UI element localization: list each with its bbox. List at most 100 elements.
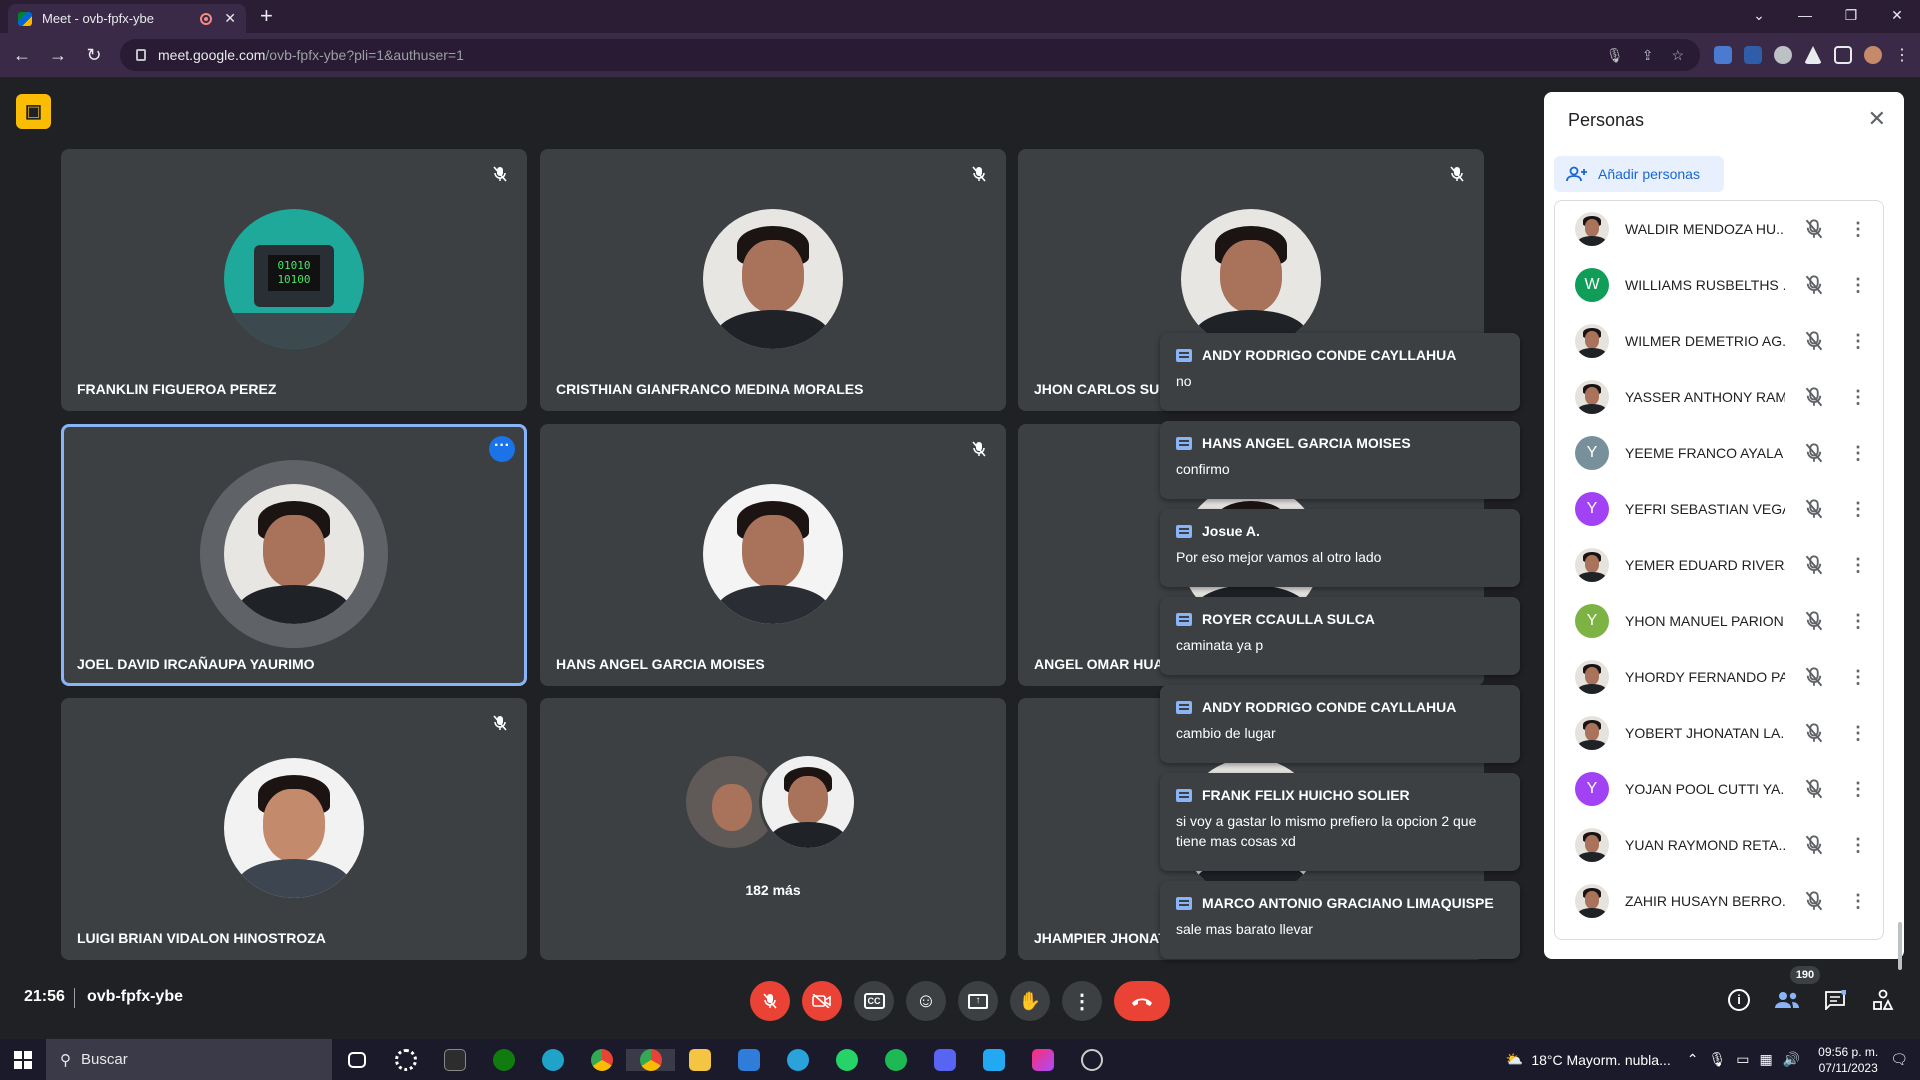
person-options-icon[interactable]: ⋮ <box>1849 219 1867 240</box>
presentation-off-icon[interactable]: ▣ <box>16 94 51 129</box>
captions-button[interactable]: CC <box>854 981 894 1021</box>
weather-icon[interactable]: ⛅ <box>1506 1051 1523 1068</box>
tray-mic-icon[interactable]: 🎙 <box>1708 1051 1726 1068</box>
minimize-icon[interactable]: — <box>1782 7 1828 23</box>
tab-search-icon[interactable]: ⌄ <box>1736 7 1782 24</box>
activities-button[interactable] <box>1868 985 1898 1015</box>
address-bar[interactable]: meet.google.com /ovb-fpfx-ybe?pli=1&auth… <box>120 39 1700 71</box>
task-view-icon[interactable] <box>332 1051 381 1068</box>
chat-notification[interactable]: ROYER CCAULLA SULCA caminata ya p <box>1160 597 1520 675</box>
mic-off-button[interactable] <box>750 981 790 1021</box>
person-row[interactable]: Y YEEME FRANCO AYALA ... ⋮ <box>1555 425 1883 481</box>
person-row[interactable]: Y YEFRI SEBASTIAN VEGA ... ⋮ <box>1555 481 1883 537</box>
participant-tile[interactable]: LUIGI BRIAN VIDALON HINOSTROZA <box>61 698 527 960</box>
xbox-icon[interactable] <box>479 1048 528 1071</box>
taskbar-search[interactable]: ⚲ Buscar <box>46 1039 332 1080</box>
person-options-icon[interactable]: ⋮ <box>1849 835 1867 856</box>
person-options-icon[interactable]: ⋮ <box>1849 275 1867 296</box>
browser-menu-icon[interactable]: ⋮ <box>1894 45 1910 65</box>
person-row[interactable]: YEMER EDUARD RIVERA... ⋮ <box>1555 537 1883 593</box>
more-participants-tile[interactable]: 182 más <box>540 698 1006 960</box>
puzzle-extensions-icon[interactable] <box>1774 46 1792 64</box>
person-row[interactable]: YHORDY FERNANDO PA... ⋮ <box>1555 649 1883 705</box>
raise-hand-button[interactable]: ✋ <box>1010 981 1050 1021</box>
people-list-scrollbar[interactable] <box>1898 922 1902 970</box>
person-options-icon[interactable]: ⋮ <box>1849 499 1867 520</box>
reload-icon[interactable]: ↻ <box>80 45 108 66</box>
close-tab-icon[interactable]: ✕ <box>224 10 236 27</box>
people-button[interactable] <box>1772 985 1802 1015</box>
person-row[interactable]: WALDIR MENDOZA HU... ⋮ <box>1555 201 1883 257</box>
person-options-icon[interactable]: ⋮ <box>1849 779 1867 800</box>
discord-icon[interactable] <box>920 1048 969 1071</box>
translate-extension-icon[interactable] <box>1714 46 1732 64</box>
chat-button[interactable] <box>1820 985 1850 1015</box>
add-people-button[interactable]: Añadir personas <box>1554 156 1724 192</box>
person-row[interactable]: YOBERT JHONATAN LA... ⋮ <box>1555 705 1883 761</box>
chrome-dev-icon[interactable] <box>577 1048 626 1071</box>
tray-chevron-icon[interactable]: ⌃ <box>1687 1051 1699 1068</box>
flask-icon[interactable] <box>1804 46 1822 64</box>
reactions-button[interactable]: ☺ <box>906 981 946 1021</box>
present-screen-button[interactable]: ↑ <box>958 981 998 1021</box>
person-options-icon[interactable]: ⋮ <box>1849 331 1867 352</box>
file-explorer-icon[interactable] <box>675 1048 724 1071</box>
forward-icon[interactable]: → <box>44 45 72 66</box>
person-options-icon[interactable]: ⋮ <box>1849 555 1867 576</box>
person-row[interactable]: WILMER DEMETRIO AG... ⋮ <box>1555 313 1883 369</box>
participant-tile-active[interactable]: ··· JOEL DAVID IRCAÑAUPA YAURIMO <box>61 424 527 686</box>
bookmark-star-icon[interactable]: ☆ <box>1671 47 1684 64</box>
chat-notification[interactable]: ANDY RODRIGO CONDE CAYLLAHUA no <box>1160 333 1520 411</box>
person-row[interactable]: Y YHON MANUEL PARION... ⋮ <box>1555 593 1883 649</box>
share-icon[interactable]: ⇪ <box>1642 47 1654 64</box>
chat-notification[interactable]: Josue A. Por eso mejor vamos al otro lad… <box>1160 509 1520 587</box>
person-options-icon[interactable]: ⋮ <box>1849 667 1867 688</box>
extension-icon[interactable] <box>1744 46 1762 64</box>
telegram-icon[interactable] <box>773 1048 822 1071</box>
tile-options-button[interactable]: ··· <box>489 436 515 462</box>
whatsapp-icon[interactable] <box>822 1048 871 1071</box>
chat-notification[interactable]: ANDY RODRIGO CONDE CAYLLAHUA cambio de l… <box>1160 685 1520 763</box>
microphone-indicator-icon[interactable]: 🎙 <box>1606 47 1624 64</box>
meeting-info-button[interactable]: i <box>1724 985 1754 1015</box>
close-panel-icon[interactable]: ✕ <box>1868 106 1886 132</box>
volume-icon[interactable]: 🔊 <box>1783 1051 1800 1068</box>
person-row[interactable]: W WILLIAMS RUSBELTHS ... ⋮ <box>1555 257 1883 313</box>
edge-icon[interactable] <box>528 1048 577 1071</box>
browser-tab[interactable]: Meet - ovb-fpfx-ybe ✕ <box>8 4 246 33</box>
terminal-icon[interactable] <box>430 1048 479 1071</box>
person-options-icon[interactable]: ⋮ <box>1849 387 1867 408</box>
leave-call-button[interactable] <box>1114 981 1170 1021</box>
profile-avatar[interactable] <box>1864 46 1882 64</box>
more-options-button[interactable]: ⋮ <box>1062 981 1102 1021</box>
new-tab-icon[interactable]: + <box>260 3 273 29</box>
back-icon[interactable]: ← <box>8 45 36 66</box>
participant-tile[interactable]: HANS ANGEL GARCIA MOISES <box>540 424 1006 686</box>
person-options-icon[interactable]: ⋮ <box>1849 611 1867 632</box>
chat-notification[interactable]: HANS ANGEL GARCIA MOISES confirmo <box>1160 421 1520 499</box>
person-row[interactable]: Y YOJAN POOL CUTTI YA... ⋮ <box>1555 761 1883 817</box>
camera-off-button[interactable] <box>802 981 842 1021</box>
person-row[interactable]: YUAN RAYMOND RETA... ⋮ <box>1555 817 1883 873</box>
weather-text[interactable]: 18°C Mayorm. nubla... <box>1531 1052 1670 1068</box>
taskbar-clock[interactable]: 09:56 p. m. 07/11/2023 <box>1818 1044 1878 1076</box>
chat-notification[interactable]: FRANK FELIX HUICHO SOLIER si voy a gasta… <box>1160 773 1520 871</box>
side-panel-icon[interactable] <box>1834 46 1852 64</box>
settings-gear-icon[interactable] <box>381 1048 430 1071</box>
restore-icon[interactable]: ❐ <box>1828 7 1874 24</box>
network-icon[interactable]: ▦ <box>1760 1051 1773 1068</box>
battery-icon[interactable]: ▭ <box>1736 1051 1749 1068</box>
participant-tile[interactable]: CRISTHIAN GIANFRANCO MEDINA MORALES <box>540 149 1006 411</box>
close-window-icon[interactable]: ✕ <box>1874 7 1920 24</box>
windows-start-button[interactable] <box>0 1050 46 1069</box>
person-row[interactable]: YASSER ANTHONY RAM... ⋮ <box>1555 369 1883 425</box>
vscode-icon[interactable] <box>969 1048 1018 1071</box>
person-options-icon[interactable]: ⋮ <box>1849 891 1867 912</box>
jetbrains-icon[interactable] <box>1018 1048 1067 1071</box>
chrome-active-icon[interactable] <box>626 1048 675 1071</box>
store-icon[interactable] <box>724 1048 773 1071</box>
person-row[interactable]: ZAHIR HUSAYN BERRO... ⋮ <box>1555 873 1883 929</box>
notifications-icon[interactable]: 🗨 <box>1890 1051 1908 1068</box>
person-options-icon[interactable]: ⋮ <box>1849 723 1867 744</box>
spotify-icon[interactable] <box>871 1048 920 1071</box>
